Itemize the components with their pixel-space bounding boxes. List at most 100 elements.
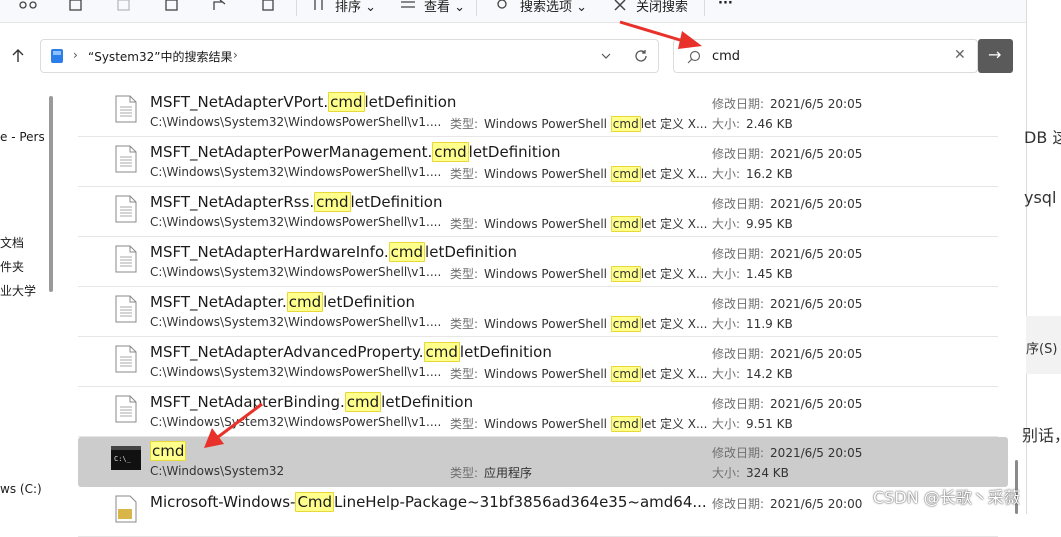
file-type: 类型: Windows PowerShell cmd let 定义 X...	[450, 166, 708, 182]
search-match-highlight: cmd	[610, 266, 641, 282]
modified-date: 修改日期: 2021/6/5 20:05	[712, 397, 863, 411]
modified-date: 修改日期: 2021/6/5 20:00	[712, 497, 863, 511]
breadcrumb-separator[interactable]: ›	[233, 48, 238, 62]
search-match-highlight: cmd	[610, 166, 641, 182]
search-icon	[687, 50, 701, 64]
result-row[interactable]: MSFT_NetAdapterHardwareInfo. cmd letDefini…	[78, 238, 998, 287]
up-arrow-icon[interactable]	[10, 48, 26, 64]
breadcrumb-current[interactable]: “System32”中的搜索结果	[88, 48, 232, 65]
file-size: 大小: 9.95 KB	[712, 217, 793, 231]
file-name[interactable]: Microsoft-Windows- Cmd LineHelp-Package~31…	[150, 492, 707, 512]
result-row[interactable]: MSFT_NetAdapterPowerManagement. cmd letDef…	[78, 138, 998, 187]
search-match-highlight: cmd	[610, 366, 641, 382]
file-path: C:\Windows\System32\WindowsPowerShell\v1…	[150, 415, 442, 429]
command-bar: 排序 ⌄ 查看 ⌄ 搜索选项 ⌄ 关闭搜索 ···	[0, 0, 1026, 23]
modified-date: 修改日期: 2021/6/5 20:05	[712, 347, 863, 361]
close-search-button[interactable]: 关闭搜索	[636, 0, 688, 15]
file-path: C:\Windows\System32	[150, 464, 285, 478]
arrow-right-icon: →	[988, 45, 1002, 64]
chevron-down-icon[interactable]	[601, 52, 611, 60]
sort-button[interactable]: 排序 ⌄	[335, 0, 376, 15]
nav-item-folder[interactable]: 件夹	[0, 258, 24, 275]
file-size: 大小: 14.2 KB	[712, 367, 793, 381]
watermark: CSDN @长歌丶采薇	[873, 488, 1020, 507]
search-box[interactable]: cmd ✕	[673, 39, 978, 73]
background-text: ysql	[1024, 188, 1057, 207]
nav-item-documents[interactable]: 文档	[0, 234, 24, 251]
search-match-highlight: cmd	[610, 216, 641, 232]
document-icon	[115, 295, 137, 323]
result-row[interactable]: MSFT_NetAdapterVPort. cmd letDefinition C:\…	[78, 88, 998, 137]
search-go-button[interactable]: →	[978, 39, 1013, 73]
modified-date: 修改日期: 2021/6/5 20:05	[712, 247, 863, 261]
modified-date: 修改日期: 2021/6/5 20:05	[712, 446, 863, 460]
file-path: C:\Windows\System32\WindowsPowerShell\v1…	[150, 215, 442, 229]
toolbar-divider	[296, 0, 297, 16]
address-bar[interactable]: › “System32”中的搜索结果 ›	[40, 39, 659, 73]
file-name[interactable]: MSFT_NetAdapter. cmd letDefinition	[150, 292, 415, 312]
file-size: 大小: 16.2 KB	[712, 167, 793, 181]
more-options-button[interactable]: ···	[718, 0, 733, 11]
result-row[interactable]: MSFT_NetAdapterAdvancedProperty. cmd letDe…	[78, 338, 998, 387]
console-app-icon: C:\_	[111, 446, 141, 470]
search-match-highlight: cmd	[314, 192, 351, 212]
file-type: 类型: Windows PowerShell cmd let 定义 X...	[450, 366, 708, 382]
share-out-icon[interactable]	[210, 0, 230, 12]
nav-item-drive-c[interactable]: ws (C:)	[0, 482, 42, 496]
search-options-button[interactable]: 搜索选项 ⌄	[520, 0, 587, 15]
share-icon[interactable]	[18, 0, 38, 12]
file-name[interactable]: MSFT_NetAdapterAdvancedProperty. cmd letDe…	[150, 342, 552, 362]
clear-search-icon[interactable]: ✕	[954, 47, 966, 63]
result-row[interactable]: Microsoft-Windows- Cmd LineHelp-Package~31…	[78, 488, 998, 537]
document-icon	[115, 245, 137, 273]
search-match-highlight: cmd	[344, 392, 382, 412]
nav-scrollbar[interactable]	[49, 96, 53, 292]
file-path: C:\Windows\System32\WindowsPowerShell\v1…	[150, 365, 442, 379]
result-row[interactable]: MSFT_NetAdapter. cmd letDefinition C:\Windo…	[78, 288, 998, 337]
search-match-highlight: cmd	[423, 342, 460, 362]
package-icon	[115, 495, 137, 523]
sort-icon	[314, 0, 323, 10]
file-size: 大小: 1.45 KB	[712, 267, 793, 281]
file-name[interactable]: cmd	[150, 441, 187, 461]
file-size: 大小: 11.9 KB	[712, 317, 793, 331]
file-name[interactable]: MSFT_NetAdapterRss. cmd letDefinition	[150, 192, 442, 212]
search-match-highlight: cmd	[328, 92, 365, 112]
delete-icon[interactable]	[258, 0, 278, 12]
result-row[interactable]: MSFT_NetAdapterRss. cmd letDefinition C:\Wi…	[78, 188, 998, 237]
document-icon	[115, 395, 137, 423]
paste-icon[interactable]	[114, 0, 134, 12]
search-match-highlight: cmd	[610, 116, 641, 132]
search-match-highlight: cmd	[286, 292, 324, 312]
modified-date: 修改日期: 2021/6/5 20:05	[712, 297, 863, 311]
background-text: 序(S)	[1026, 342, 1058, 357]
rename-icon[interactable]	[162, 0, 182, 12]
toolbar-divider	[476, 0, 477, 16]
nav-item-university[interactable]: 业大学	[0, 282, 36, 299]
nav-item-onedrive[interactable]: e - Pers	[0, 130, 44, 144]
view-icon	[401, 1, 415, 8]
file-type: 类型: Windows PowerShell cmd let 定义 X...	[450, 316, 708, 332]
search-match-highlight: cmd	[610, 316, 641, 332]
file-name[interactable]: MSFT_NetAdapterBinding. cmd letDefinition	[150, 392, 473, 412]
file-name[interactable]: MSFT_NetAdapterVPort. cmd letDefinition	[150, 92, 456, 112]
search-match-highlight: cmd	[610, 416, 641, 432]
file-path: C:\Windows\System32\WindowsPowerShell\v1…	[150, 115, 442, 129]
breadcrumb-separator: ›	[73, 48, 78, 62]
result-row-selected[interactable]: C:\_ cmd C:\Windows\System32 类型: 应用程序 修改日期: 20…	[78, 437, 1008, 487]
file-name[interactable]: MSFT_NetAdapterHardwareInfo. cmd letDefini…	[150, 242, 517, 262]
search-input[interactable]: cmd	[712, 49, 740, 64]
file-path: C:\Windows\System32\WindowsPowerShell\v1…	[150, 165, 442, 179]
view-button[interactable]: 查看 ⌄	[424, 0, 465, 15]
navigation-pane: e - Pers 文档 件夹 业大学 ws (C:)	[0, 88, 44, 514]
file-size: 大小: 9.51 KB	[712, 417, 793, 431]
file-size: 大小: 2.46 KB	[712, 117, 793, 131]
file-size: 大小: 324 KB	[712, 466, 789, 480]
file-name[interactable]: MSFT_NetAdapterPowerManagement. cmd letDef…	[150, 142, 561, 162]
result-row[interactable]: MSFT_NetAdapterBinding. cmd letDefinition C…	[78, 388, 998, 437]
document-icon	[115, 195, 137, 223]
copy-icon[interactable]	[66, 0, 86, 12]
refresh-icon[interactable]	[634, 49, 648, 63]
toolbar-divider	[704, 0, 705, 16]
modified-date: 修改日期: 2021/6/5 20:05	[712, 147, 863, 161]
